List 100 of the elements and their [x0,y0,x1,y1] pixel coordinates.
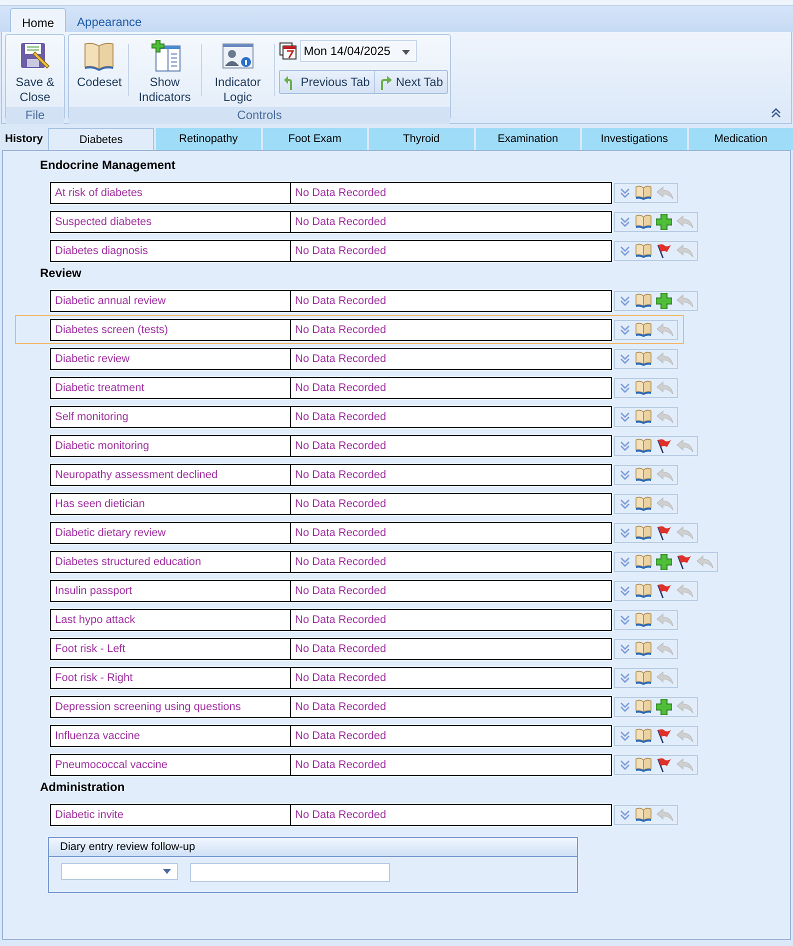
item-value-cell-text: No Data Recorded [294,526,388,540]
previous-tab-button[interactable]: Previous Tab [280,71,374,93]
item-value-cell-text: No Data Recorded [294,410,388,424]
expand-icon[interactable] [619,614,631,626]
plus-icon[interactable] [656,698,672,714]
book-icon[interactable] [635,185,652,200]
expand-icon[interactable] [619,294,631,306]
expand-icon[interactable] [619,526,631,538]
item-value-cell-text: No Data Recorded [294,438,388,454]
book-icon[interactable] [635,322,652,337]
expand-icon[interactable] [619,584,631,596]
expand-icon[interactable] [619,410,631,422]
item-value-cell-text: No Data Recorded [294,496,388,512]
book-icon[interactable] [635,728,652,743]
tab[interactable]: Diabetes [48,128,154,150]
expand-icon[interactable] [619,324,631,336]
item-value-cell-text: No Data Recorded [294,642,388,656]
save-close-button[interactable]: Save & Close [8,38,62,107]
book-icon[interactable] [635,699,652,714]
book-icon[interactable] [635,243,652,258]
flag-icon[interactable] [656,438,672,454]
flag-icon[interactable] [656,582,672,598]
expand-icon[interactable] [619,556,631,568]
book-icon[interactable] [635,438,652,453]
plus-icon[interactable] [656,292,672,308]
item-label-cell: Diabetic treatment [51,378,291,398]
expand-icon[interactable] [619,730,631,742]
input-field[interactable] [190,863,390,882]
flag-icon[interactable] [656,728,672,744]
tab[interactable]: Foot Exam [262,128,368,150]
diary-panel-title: Diary entry review follow-up [49,838,577,857]
book-icon[interactable] [635,409,652,424]
item-value-cell-text: No Data Recorded [294,808,388,822]
item-label-cell: Foot risk - Left [51,638,291,658]
book-icon[interactable] [635,757,652,772]
ribbon-tab[interactable]: Home [10,8,66,32]
item-label-cell: Depression screening using questions [51,696,291,716]
plus-icon[interactable] [656,554,672,570]
flag-icon[interactable] [676,554,692,570]
book-icon[interactable] [635,214,652,229]
show-indicators-button[interactable]: Show Indicators [128,38,201,107]
plus-icon[interactable] [656,214,672,230]
dropdown-field[interactable] [61,863,178,880]
item-label-cell: At risk of diabetes [51,182,291,202]
book-icon[interactable] [635,351,652,366]
book-icon[interactable] [635,612,652,627]
book-icon[interactable] [635,380,652,395]
item-value-cell-text: No Data Recorded [294,214,388,230]
book-icon[interactable] [635,496,652,511]
expand-icon[interactable] [619,672,631,684]
date-dropdown[interactable]: Mon 14/04/2025 [300,40,418,62]
next-tab-button[interactable]: Next Tab [374,71,447,93]
flag-icon[interactable] [656,524,672,540]
expand-icon[interactable] [619,758,631,770]
item-value-cell-text: No Data Recorded [294,380,388,396]
expand-icon[interactable] [619,244,631,256]
tab[interactable]: Retinopathy [156,128,261,150]
book-icon[interactable] [635,525,652,540]
indicator-logic-button[interactable]: Indicator Logic [202,38,274,107]
tab[interactable]: Examination [476,128,580,150]
tab[interactable]: Investigations [582,128,687,150]
tab[interactable]: Thyroid [369,128,474,150]
tab[interactable]: History [2,128,46,150]
item-label-cell: Diabetes structured education [51,552,291,572]
expand-icon[interactable] [619,186,631,198]
book-icon[interactable] [635,807,652,822]
expand-icon[interactable] [619,468,631,480]
book-icon[interactable] [635,670,652,685]
item-label-cell: Diabetic monitoring [51,436,291,456]
group-label: Controls [69,107,450,124]
item-value-cell-text: No Data Recorded [294,244,388,258]
codeset-button[interactable]: Codeset [71,38,128,92]
collapse-icon[interactable] [771,108,781,118]
item-value-cell-text: No Data Recorded [294,728,388,744]
selected-row-outline[interactable]: Diabetes screen (tests) No Data Recorded [15,315,684,344]
book-icon[interactable] [635,293,652,308]
expand-icon[interactable] [619,498,631,510]
expand-icon[interactable] [619,352,631,364]
expand-icon[interactable] [619,382,631,394]
book-icon[interactable] [635,583,652,598]
curved-arrow-icon [378,74,393,90]
expand-icon[interactable] [619,440,631,452]
tab[interactable]: Medication [688,128,793,150]
item-label-cell: Influenza vaccine [51,726,291,746]
flag-icon[interactable] [656,756,672,772]
book-icon[interactable] [635,641,652,656]
flag-icon[interactable] [656,242,672,258]
expand-icon[interactable] [619,700,631,712]
group-label: File [6,107,64,124]
expand-icon[interactable] [619,216,631,228]
expand-icon[interactable] [619,808,631,820]
section-heading: Review [39,265,82,282]
item-label-cell: Last hypo attack [51,610,291,630]
item-label-cell: Insulin passport [51,580,291,600]
book-icon[interactable] [635,554,652,569]
item-label-cell: Diabetes screen (tests) [51,320,291,340]
section-heading: Endocrine Management [39,157,176,174]
expand-icon[interactable] [619,642,631,654]
ribbon-tab[interactable]: Appearance [66,8,153,32]
book-icon[interactable] [635,467,652,482]
